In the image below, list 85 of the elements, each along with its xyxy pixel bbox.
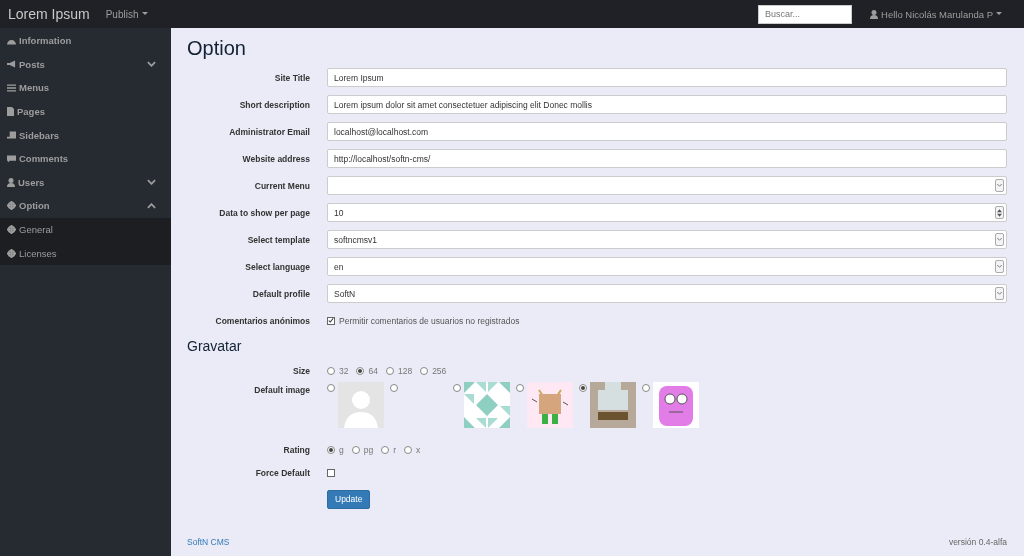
field-label: Site Title — [273, 72, 310, 83]
face-avatar-icon — [653, 382, 699, 428]
radio-button[interactable] — [453, 384, 461, 392]
sidebar-item[interactable]: Comments — [0, 146, 171, 171]
radio-button[interactable] — [356, 366, 365, 375]
sidebar-item[interactable]: Menus — [0, 76, 171, 100]
pixel-avatar-icon — [590, 382, 636, 428]
radio-label: 32 — [339, 365, 349, 376]
comment-icon — [7, 154, 16, 163]
field-label: Size — [292, 365, 310, 376]
update-button[interactable]: Update — [327, 489, 371, 509]
number-field[interactable]: 10 — [327, 203, 1007, 222]
sidebar-item[interactable]: Pages — [0, 99, 171, 124]
user-icon — [870, 9, 879, 19]
sidebar-subitem[interactable]: General — [0, 217, 171, 242]
sidebar-item[interactable]: Information — [0, 29, 171, 53]
radio-button[interactable] — [351, 445, 360, 454]
user-icon — [7, 177, 15, 187]
field-label: Rating — [282, 444, 310, 455]
megaphone-icon — [7, 60, 16, 69]
publish-menu[interactable]: Publish — [105, 8, 148, 20]
caret-icon — [996, 12, 1002, 16]
field-label: Default image — [253, 384, 310, 395]
radio-label: 256 — [432, 365, 447, 376]
checkbox[interactable] — [327, 468, 335, 477]
radio-label: g — [339, 444, 344, 455]
menu-icon — [7, 84, 16, 92]
caret-icon — [141, 12, 148, 16]
gear-icon — [7, 225, 16, 235]
input-field[interactable]: Lorem ipsum dolor sit amet consectetuer adipiscing elit Donec mollis — [327, 95, 1007, 114]
radio-label: 128 — [397, 365, 413, 376]
radio-button[interactable] — [420, 366, 429, 375]
radio-button[interactable] — [390, 384, 398, 392]
footer-link[interactable]: SoftN CMS — [187, 537, 230, 547]
radio-button[interactable] — [385, 366, 394, 375]
board-icon — [7, 131, 16, 140]
select-field[interactable] — [327, 176, 1007, 195]
input-field[interactable]: localhost@localhost.com — [327, 122, 1007, 141]
version-text: versión 0.4-alfa — [948, 537, 1007, 547]
search-field[interactable]: Buscar... — [758, 4, 853, 24]
select-field[interactable]: softncmsv1 — [327, 230, 1007, 249]
radio-button[interactable] — [516, 384, 524, 392]
radio-label: pg — [363, 444, 374, 455]
checkbox-label: Permitir comentarios de usuarios no registrados — [339, 315, 520, 326]
radio-button[interactable] — [404, 445, 413, 454]
sidebar-item[interactable]: Sidebars — [0, 123, 171, 147]
field-label: Select language — [244, 261, 310, 272]
pattern-avatar-icon — [464, 382, 510, 428]
radio-button[interactable] — [327, 384, 335, 392]
field-label: Data to show per page — [218, 207, 310, 218]
sidebar-subitem[interactable]: Licenses — [0, 241, 171, 265]
gear-icon — [7, 248, 16, 258]
field-label: Current Menu — [253, 180, 310, 191]
monster-avatar-icon — [527, 382, 573, 428]
radio-button[interactable] — [327, 366, 335, 375]
file-icon — [7, 107, 14, 117]
user-menu[interactable]: Hello Nicolás Marulanda P — [870, 8, 1002, 20]
input-field[interactable]: http://localhost/softn-cms/ — [327, 149, 1007, 168]
page-title: Option — [187, 37, 247, 60]
checkbox[interactable] — [327, 316, 335, 325]
select-field[interactable]: en — [327, 257, 1007, 276]
field-label: Comentarios anónimos — [214, 315, 310, 326]
radio-button[interactable] — [579, 384, 587, 392]
section-title: Gravatar — [187, 338, 243, 354]
gear-icon — [7, 201, 16, 211]
sidebar-item[interactable]: Option — [0, 194, 171, 218]
field-label: Select template — [246, 234, 310, 245]
input-field[interactable]: Lorem Ipsum — [327, 68, 1007, 87]
field-label: Website address — [241, 153, 310, 164]
field-label: Administrator Email — [228, 126, 310, 137]
spinner-arrows-icon[interactable] — [995, 206, 1004, 219]
radio-button[interactable] — [327, 445, 335, 454]
radio-label: x — [416, 444, 421, 455]
radio-label: 64 — [368, 365, 378, 376]
brand-name[interactable]: Lorem Ipsum — [8, 6, 90, 22]
person-silhouette-icon — [338, 382, 384, 428]
radio-label: r — [393, 444, 397, 455]
sidebar-item[interactable]: Posts — [0, 52, 171, 77]
select-field[interactable]: SoftN — [327, 284, 1007, 303]
radio-button[interactable] — [381, 445, 390, 454]
field-label: Force Default — [254, 467, 310, 478]
field-label: Short description — [238, 99, 310, 110]
sidebar-item[interactable]: Users — [0, 170, 171, 195]
radio-button[interactable] — [642, 384, 650, 392]
field-label: Default profile — [251, 288, 310, 299]
